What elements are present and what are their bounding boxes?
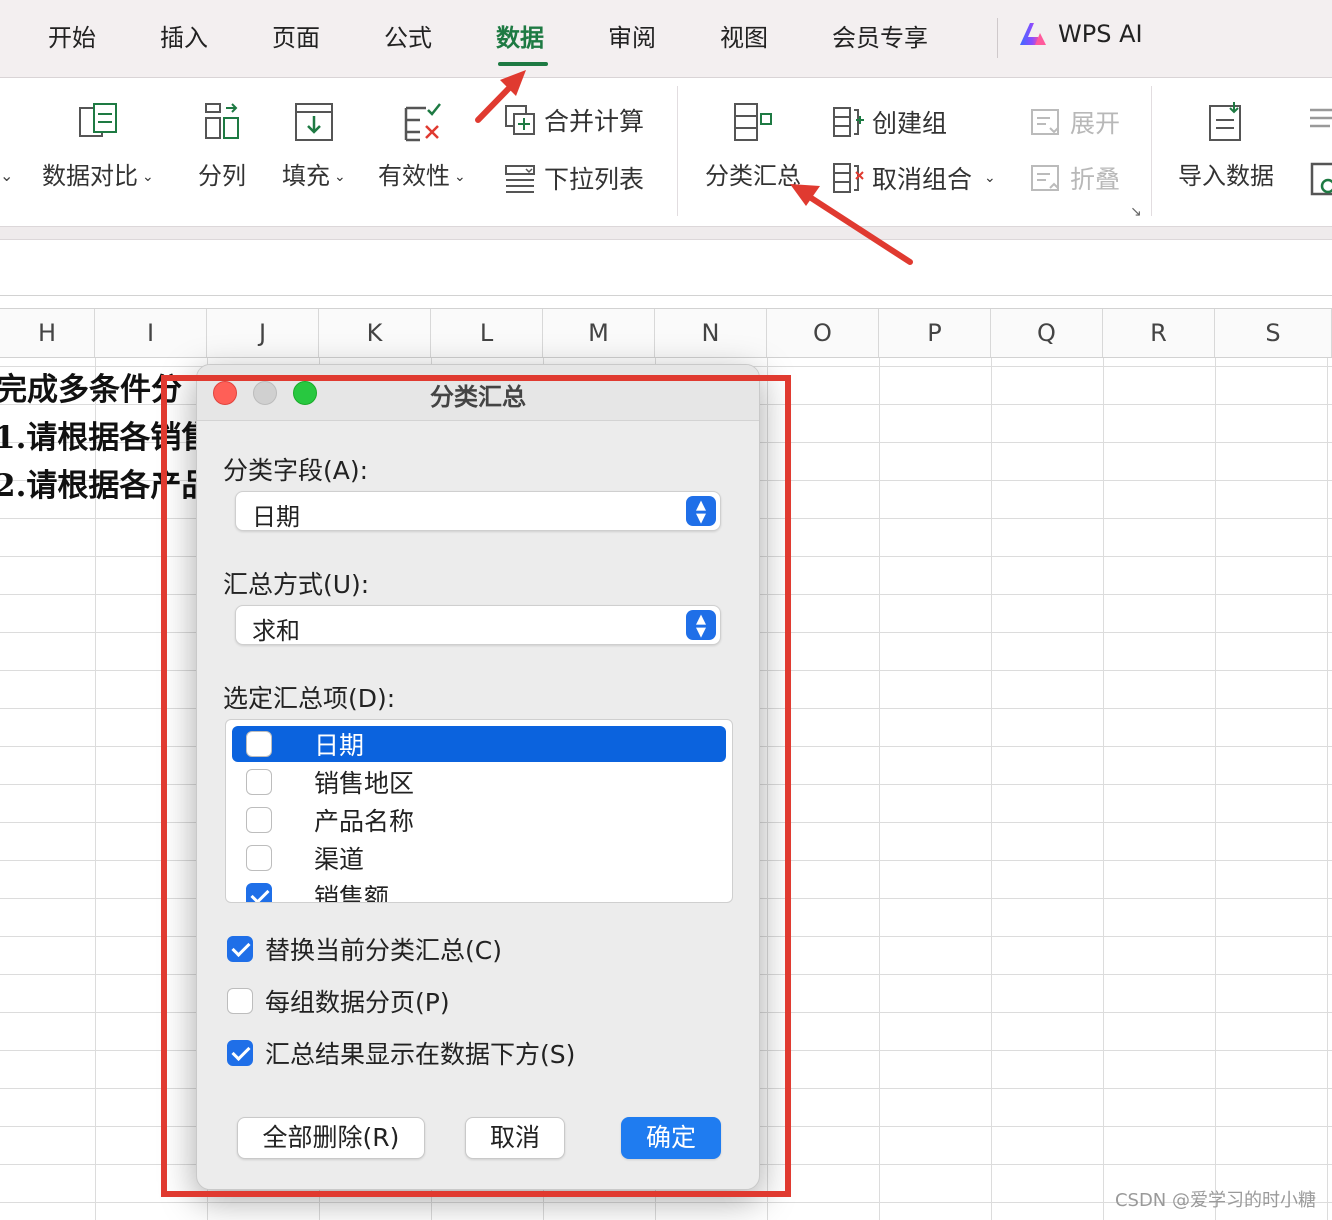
consolidate-label: 合并计算 bbox=[544, 107, 645, 136]
import-data-label: 导入数据 bbox=[1178, 162, 1274, 190]
validity-label: 有效性 bbox=[378, 162, 450, 190]
import-data-icon bbox=[1209, 102, 1241, 141]
create-group-icon bbox=[833, 107, 864, 137]
fill-label: 填充 bbox=[282, 162, 330, 190]
subtotal-label: 分类汇总 bbox=[705, 162, 801, 190]
dropdown-list-icon bbox=[505, 165, 535, 193]
column-header-i[interactable]: I bbox=[95, 309, 207, 357]
split-label: 分列 bbox=[198, 162, 246, 190]
wps-ai-label: WPS AI bbox=[1058, 20, 1143, 48]
tab-review[interactable]: 审阅 bbox=[608, 18, 656, 53]
column-header-o[interactable]: O bbox=[767, 309, 879, 357]
subtotal-icon bbox=[734, 103, 772, 141]
chevron-down-icon: ⌄ bbox=[984, 170, 996, 186]
data-compare-icon bbox=[78, 103, 117, 137]
tab-page[interactable]: 页面 bbox=[272, 18, 320, 53]
expand-icon bbox=[1031, 109, 1059, 135]
column-header-r[interactable]: R bbox=[1103, 309, 1215, 357]
column-header-s[interactable]: S bbox=[1215, 309, 1332, 357]
dropdown-list-label: 下拉列表 bbox=[544, 165, 645, 194]
more-tools-icon[interactable] bbox=[1308, 160, 1332, 200]
ribbon-group-divider bbox=[677, 86, 678, 216]
split-column-icon bbox=[205, 103, 239, 139]
annotation-highlight-box bbox=[161, 375, 791, 1197]
expand-button[interactable]: 展开 bbox=[1030, 104, 1120, 140]
collapse-label: 折叠 bbox=[1070, 165, 1121, 194]
tab-view[interactable]: 视图 bbox=[720, 18, 768, 53]
column-header-q[interactable]: Q bbox=[991, 309, 1103, 357]
ungroup-button[interactable]: 取消组合 ⌄ bbox=[832, 160, 996, 196]
consolidate-icon bbox=[505, 105, 535, 135]
ungroup-icon bbox=[833, 163, 864, 193]
split-button[interactable]: 分列 bbox=[198, 100, 246, 191]
tab-insert[interactable]: 插入 bbox=[160, 18, 208, 53]
wps-ai-logo-icon bbox=[1020, 23, 1046, 45]
column-headers: H I J K L M N O P Q R S bbox=[0, 308, 1332, 358]
column-header-p[interactable]: P bbox=[879, 309, 991, 357]
data-compare-label: 数据对比 bbox=[42, 162, 138, 190]
formula-bar[interactable] bbox=[0, 240, 1332, 296]
create-group-button[interactable]: 创建组 bbox=[832, 104, 947, 140]
column-header-l[interactable]: L bbox=[431, 309, 543, 357]
ribbon-group-divider bbox=[1151, 86, 1152, 216]
column-header-h[interactable]: H bbox=[0, 309, 95, 357]
tab-home[interactable]: 开始 bbox=[48, 18, 96, 53]
ungroup-label: 取消组合 bbox=[872, 165, 973, 194]
import-data-button[interactable]: 导入数据 bbox=[1178, 100, 1274, 191]
chevron-down-icon: ⌄ bbox=[142, 169, 154, 185]
menu-tabs-bar: 开始 插入 页面 公式 数据 审阅 视图 会员专享 WPS AI bbox=[0, 0, 1332, 78]
validity-button[interactable]: 有效性 ⌄ bbox=[378, 100, 466, 191]
dialog-launcher-icon[interactable]: ↘ bbox=[1130, 204, 1142, 220]
validity-icon bbox=[404, 103, 441, 142]
consolidate-button[interactable]: 合并计算 bbox=[504, 102, 644, 138]
column-header-n[interactable]: N bbox=[655, 309, 767, 357]
chevron-down-icon: ⌄ bbox=[454, 169, 466, 185]
tab-data[interactable]: 数据 bbox=[496, 18, 544, 53]
collapse-icon bbox=[1031, 165, 1059, 191]
tab-member[interactable]: 会员专享 bbox=[832, 18, 928, 53]
subtotal-button[interactable]: 分类汇总 bbox=[705, 100, 801, 191]
data-compare-button[interactable]: 数据对比 ⌄ bbox=[42, 100, 154, 191]
tab-formula[interactable]: 公式 bbox=[384, 18, 432, 53]
dropdown-list-button[interactable]: 下拉列表 bbox=[504, 160, 644, 196]
active-tab-indicator bbox=[498, 62, 548, 66]
watermark: CSDN @爱学习的时小糖 bbox=[1114, 1190, 1316, 1211]
expand-label: 展开 bbox=[1070, 109, 1121, 138]
column-header-m[interactable]: M bbox=[543, 309, 655, 357]
tab-divider bbox=[997, 18, 998, 58]
fill-button[interactable]: 填充 ⌄ bbox=[282, 100, 346, 191]
column-header-j[interactable]: J bbox=[207, 309, 319, 357]
fill-down-icon bbox=[294, 103, 333, 141]
ribbon-bottom-edge bbox=[0, 226, 1332, 240]
collapse-button[interactable]: 折叠 bbox=[1030, 160, 1120, 196]
more-tools-icon[interactable] bbox=[1306, 104, 1332, 144]
chevron-down-icon: ⌄ bbox=[334, 169, 346, 185]
ribbon-scroll-caret-icon[interactable]: ⌄ bbox=[0, 166, 13, 185]
create-group-label: 创建组 bbox=[872, 109, 948, 138]
wps-ai-button[interactable]: WPS AI bbox=[1018, 20, 1143, 48]
column-header-k[interactable]: K bbox=[319, 309, 431, 357]
cell-text[interactable]: 完成多条件分 bbox=[0, 364, 182, 409]
